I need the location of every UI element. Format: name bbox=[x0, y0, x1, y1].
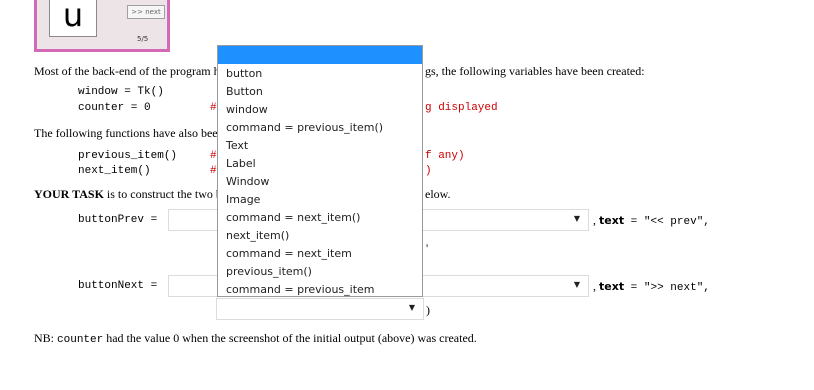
prev-text-keyword: text bbox=[599, 214, 625, 227]
nb-prefix: NB: bbox=[34, 331, 58, 345]
code-window: window = Tk() bbox=[78, 86, 164, 98]
dropdown-option[interactable]: button bbox=[226, 67, 262, 80]
code-next-item: next_item() bbox=[78, 165, 151, 177]
button-next-label: buttonNext = bbox=[78, 280, 158, 292]
comment-counter: g displayed bbox=[425, 102, 498, 114]
dropdown-option[interactable]: command = next_item bbox=[226, 247, 352, 260]
chevron-down-icon: ▼ bbox=[573, 214, 580, 223]
dropdown-option[interactable]: command = previous_item() bbox=[226, 121, 383, 134]
dropdown-option[interactable]: Text bbox=[226, 139, 248, 152]
dropdown-option[interactable]: Button bbox=[226, 85, 263, 98]
task-text: is to construct the two b bbox=[103, 187, 222, 201]
task-bold: YOUR TASK bbox=[34, 187, 104, 201]
functions-paragraph: The following functions have also been bbox=[34, 126, 224, 140]
task-paragraph-end: elow. bbox=[425, 187, 451, 201]
dropdown-option[interactable]: Label bbox=[226, 157, 256, 170]
comment-counter-hash: # bbox=[210, 102, 217, 114]
prev-comma: , bbox=[593, 213, 596, 227]
dropdown-option[interactable]: next_item() bbox=[226, 229, 289, 242]
close-paren: ) bbox=[426, 303, 430, 317]
nb-code: counter bbox=[57, 334, 104, 346]
nb-note: NB: counter had the value 0 when the scr… bbox=[34, 331, 477, 346]
button-prev-label: buttonPrev = bbox=[78, 214, 158, 226]
comment-next: ) bbox=[425, 165, 432, 177]
dropdown-option[interactable]: Window bbox=[226, 175, 269, 188]
dropdown-option[interactable]: command = previous_item bbox=[226, 283, 375, 296]
comment-next-hash: # bbox=[210, 165, 217, 177]
button-next-command-select[interactable]: ▼ bbox=[216, 298, 424, 320]
intro-paragraph-end: gs, the following variables have been cr… bbox=[425, 64, 645, 78]
next-text-value: = ">> next", bbox=[624, 282, 710, 294]
code-counter: counter = 0 bbox=[78, 102, 151, 114]
dropdown-option[interactable]: previous_item() bbox=[226, 265, 312, 278]
dropdown-option[interactable]: window bbox=[226, 103, 268, 116]
next-text-keyword: text bbox=[599, 280, 625, 293]
task-paragraph: YOUR TASK is to construct the two b bbox=[34, 187, 222, 202]
prev-text-arg: , text = "<< prev", bbox=[593, 213, 710, 228]
comment-prev: f any) bbox=[425, 150, 465, 162]
intro-text-start: Most of the back-end of the program ha bbox=[34, 64, 225, 78]
preview-window: u >> next 5/5 bbox=[34, 0, 170, 52]
dropdown-option[interactable]: command = next_item() bbox=[226, 211, 360, 224]
chevron-down-icon: ▼ bbox=[408, 303, 415, 312]
letter-display: u bbox=[49, 0, 97, 37]
nb-suffix: had the value 0 when the screenshot of t… bbox=[103, 331, 477, 345]
chevron-down-icon: ▼ bbox=[573, 280, 580, 289]
code-previous-item: previous_item() bbox=[78, 150, 178, 162]
intro-paragraph: Most of the back-end of the program ha bbox=[34, 64, 225, 79]
comment-prev-hash: # bbox=[210, 150, 217, 162]
command-dropdown-list[interactable]: button Button window command = previous_… bbox=[217, 45, 423, 297]
preview-next-button: >> next bbox=[127, 5, 165, 19]
prev-quote-mark: ' bbox=[426, 241, 429, 255]
next-comma: , bbox=[593, 279, 596, 293]
next-text-arg: , text = ">> next", bbox=[593, 279, 710, 294]
dropdown-highlight-option[interactable] bbox=[218, 46, 422, 64]
prev-text-value: = "<< prev", bbox=[624, 216, 710, 228]
dropdown-option[interactable]: Image bbox=[226, 193, 260, 206]
preview-counter: 5/5 bbox=[137, 35, 149, 43]
